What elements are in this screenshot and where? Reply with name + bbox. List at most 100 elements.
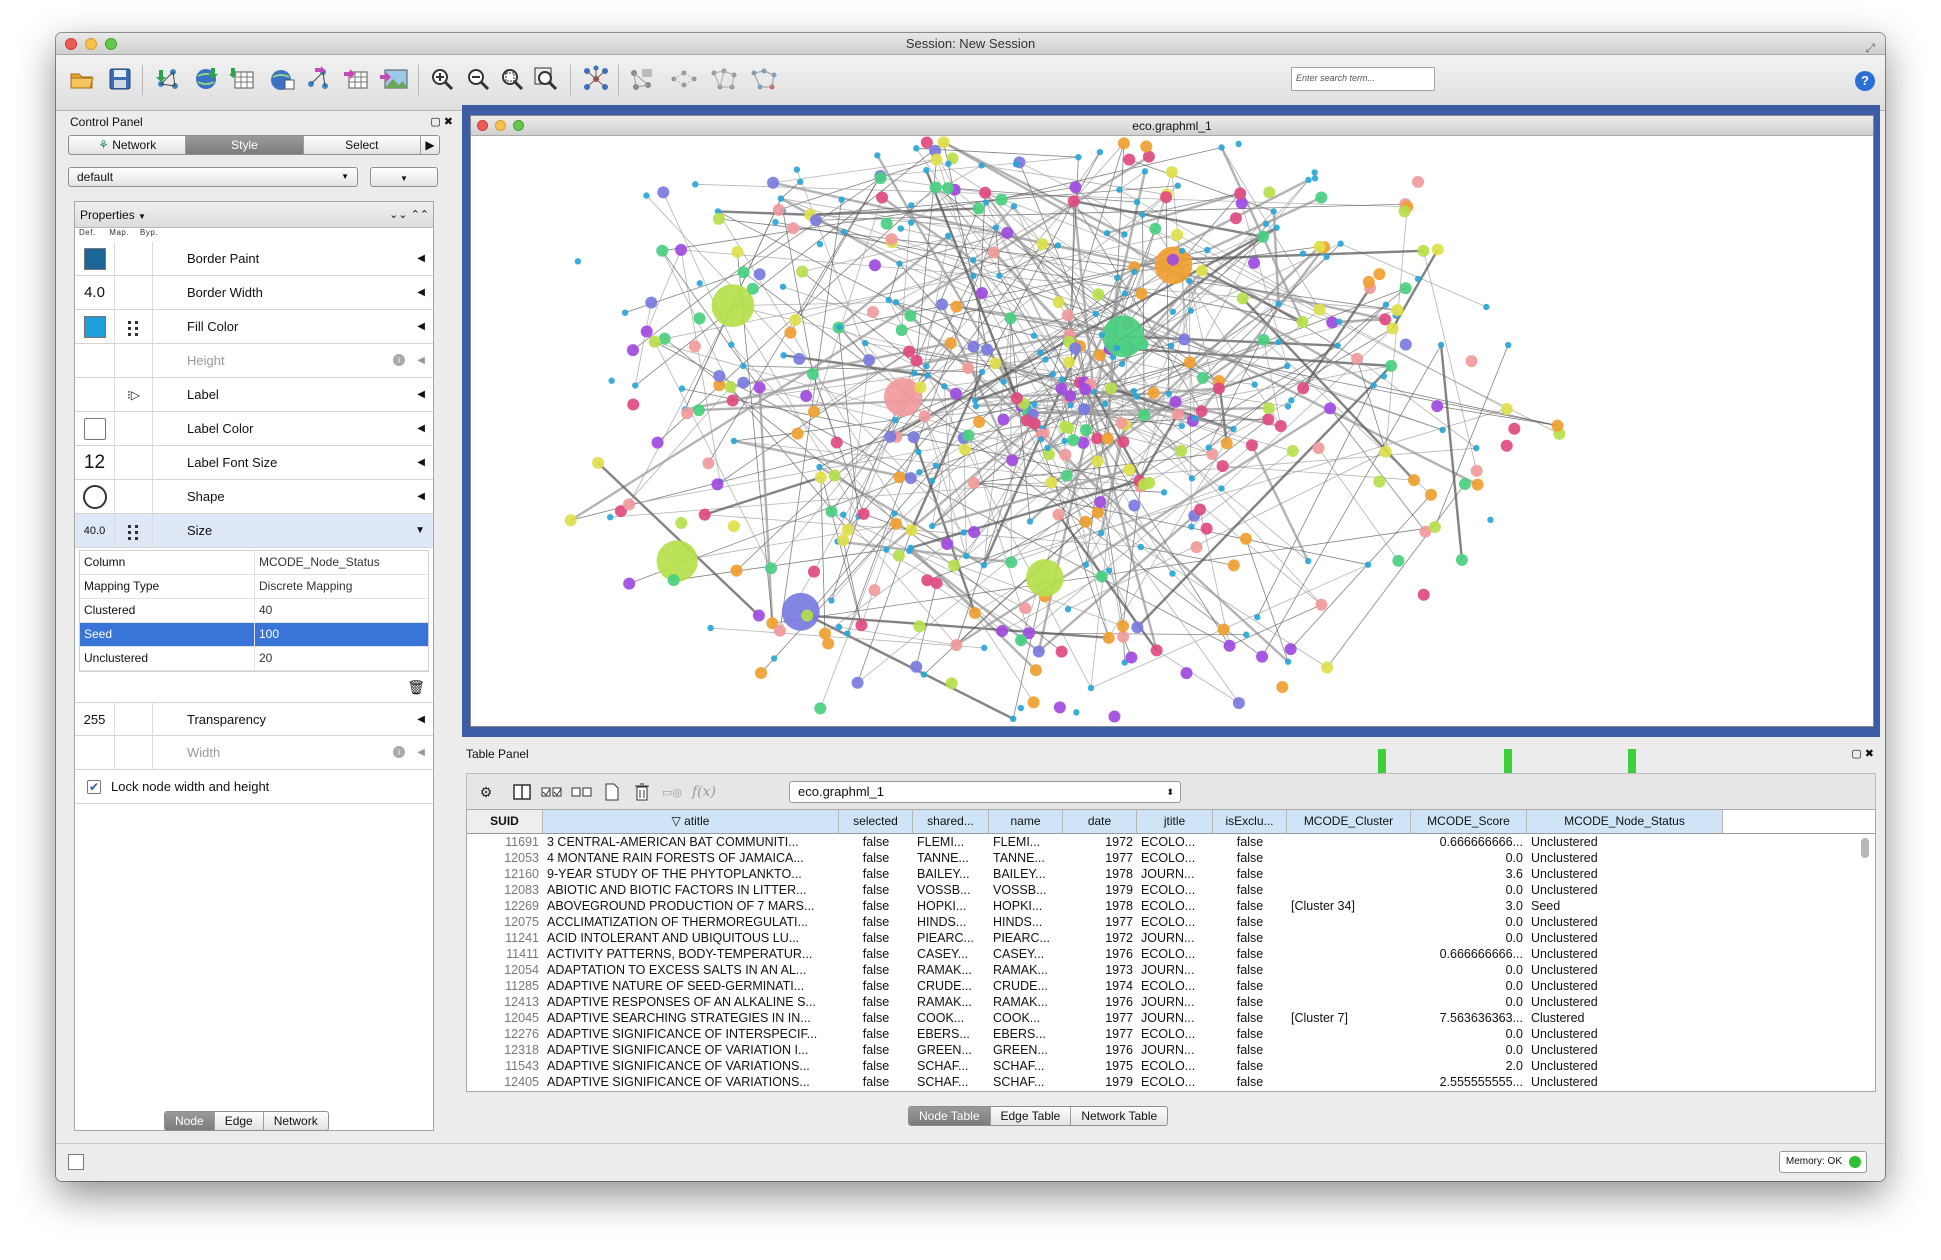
- cell-shared[interactable]: CRUDE...: [913, 978, 989, 994]
- cell-mcode-node-status[interactable]: Unclustered: [1527, 850, 1723, 866]
- cell-mcode-score[interactable]: 0.666666666...: [1411, 946, 1527, 962]
- cell-isexclusive[interactable]: false: [1213, 1026, 1287, 1042]
- column-header-jtitle[interactable]: jtitle: [1137, 810, 1213, 833]
- expand-property-icon[interactable]: ◀: [417, 736, 425, 769]
- default-value-cell[interactable]: 4.0: [75, 276, 115, 309]
- cell-jtitle[interactable]: ECOLO...: [1137, 914, 1213, 930]
- tab-network-table[interactable]: Network Table: [1071, 1107, 1167, 1125]
- save-session-icon[interactable]: [104, 63, 136, 95]
- cell-atitle[interactable]: ADAPTIVE SEARCHING STRATEGIES IN IN...: [543, 1010, 839, 1026]
- zoom-fit-icon[interactable]: [496, 63, 528, 95]
- select-all-icon[interactable]: [541, 782, 563, 802]
- table-row[interactable]: 11691 3 CENTRAL-AMERICAN BAT COMMUNITI...…: [467, 834, 1875, 850]
- property-border-width[interactable]: 4.0 Border Width ◀: [75, 276, 433, 310]
- cell-suid[interactable]: 11285: [467, 978, 543, 994]
- zoom-in-icon[interactable]: [426, 63, 458, 95]
- cell-atitle[interactable]: ADAPTIVE NATURE OF SEED-GERMINATI...: [543, 978, 839, 994]
- cell-suid[interactable]: 12083: [467, 882, 543, 898]
- export-table-icon[interactable]: [340, 63, 372, 95]
- cell-selected[interactable]: false: [839, 1010, 913, 1026]
- cell-shared[interactable]: BAILEY...: [913, 866, 989, 882]
- cell-mcode-cluster[interactable]: [1287, 946, 1411, 962]
- mapping-row-unclustered[interactable]: Unclustered 20: [80, 647, 428, 671]
- cell-shared[interactable]: CASEY...: [913, 946, 989, 962]
- cell-mcode-cluster[interactable]: [1287, 882, 1411, 898]
- info-icon[interactable]: i: [393, 354, 405, 366]
- cell-name[interactable]: CASEY...: [989, 946, 1063, 962]
- property-fill-color[interactable]: Fill Color ◀: [75, 310, 433, 344]
- float-panel-icon[interactable]: ▢: [430, 116, 440, 128]
- expand-property-icon[interactable]: ◀: [417, 242, 425, 275]
- default-value-cell[interactable]: [75, 736, 115, 769]
- cell-atitle[interactable]: ADAPTIVE SIGNIFICANCE OF VARIATIONS...: [543, 1074, 839, 1090]
- cell-date[interactable]: 1977: [1063, 1026, 1137, 1042]
- cell-shared[interactable]: EBERS...: [913, 1026, 989, 1042]
- cell-suid[interactable]: 12269: [467, 898, 543, 914]
- cell-mcode-score[interactable]: 2.555555555...: [1411, 1074, 1527, 1090]
- default-value-cell[interactable]: [75, 344, 115, 377]
- cell-suid[interactable]: 12075: [467, 914, 543, 930]
- column-header-mcode-cluster[interactable]: MCODE_Cluster: [1287, 810, 1411, 833]
- cell-mcode-cluster[interactable]: [1287, 1042, 1411, 1058]
- column-header-mcode-node-status[interactable]: MCODE_Node_Status: [1527, 810, 1723, 833]
- export-network-url-icon[interactable]: [302, 63, 334, 95]
- cell-shared[interactable]: RAMAK...: [913, 962, 989, 978]
- table-row[interactable]: 12405 ADAPTIVE SIGNIFICANCE OF VARIATIONS…: [467, 1074, 1875, 1090]
- table-selector[interactable]: eco.graphml_1 ⬍: [789, 781, 1181, 803]
- import-network-file-icon[interactable]: [152, 63, 184, 95]
- property-shape[interactable]: Shape ◀: [75, 480, 433, 514]
- mapping-cell[interactable]: [115, 242, 153, 275]
- cell-mcode-score[interactable]: 0.0: [1411, 1026, 1527, 1042]
- network-graph[interactable]: [471, 136, 1873, 726]
- cell-selected[interactable]: false: [839, 850, 913, 866]
- cell-mcode-node-status[interactable]: Unclustered: [1527, 1042, 1723, 1058]
- table-row[interactable]: 11543 ADAPTIVE SIGNIFICANCE OF VARIATIONS…: [467, 1058, 1875, 1074]
- column-header-isexclusive[interactable]: isExclu...: [1213, 810, 1287, 833]
- property-transparency[interactable]: 255 Transparency ◀: [75, 702, 433, 736]
- default-value-cell[interactable]: 40.0: [75, 514, 115, 547]
- cell-mcode-cluster[interactable]: [1287, 914, 1411, 930]
- cell-mcode-score[interactable]: 0.0: [1411, 930, 1527, 946]
- lock-size-checkbox[interactable]: ✔: [87, 780, 101, 794]
- cell-selected[interactable]: false: [839, 962, 913, 978]
- cell-mcode-node-status[interactable]: Unclustered: [1527, 962, 1723, 978]
- cell-atitle[interactable]: ACID INTOLERANT AND UBIQUITOUS LU...: [543, 930, 839, 946]
- cell-name[interactable]: FLEMI...: [989, 834, 1063, 850]
- float-panel-icon[interactable]: ▢: [1851, 748, 1861, 760]
- cell-mcode-cluster[interactable]: [1287, 866, 1411, 882]
- cell-shared[interactable]: FLEMI...: [913, 834, 989, 850]
- cell-selected[interactable]: false: [839, 930, 913, 946]
- mapping-cell[interactable]: [115, 480, 153, 513]
- link-tables-icon[interactable]: ▭◎: [661, 782, 683, 802]
- cell-selected[interactable]: false: [839, 1026, 913, 1042]
- cell-atitle[interactable]: ADAPTIVE SIGNIFICANCE OF INTERSPECIF...: [543, 1026, 839, 1042]
- cell-shared[interactable]: PIEARC...: [913, 930, 989, 946]
- expand-all-icon[interactable]: ⌃⌃: [411, 209, 429, 221]
- tab-network[interactable]: ⚘ Network: [69, 136, 187, 154]
- cell-suid[interactable]: 11411: [467, 946, 543, 962]
- cell-isexclusive[interactable]: false: [1213, 834, 1287, 850]
- cell-date[interactable]: 1973: [1063, 962, 1137, 978]
- expand-property-icon[interactable]: ◀: [417, 446, 425, 479]
- cell-isexclusive[interactable]: false: [1213, 850, 1287, 866]
- cell-mcode-score[interactable]: 0.0: [1411, 914, 1527, 930]
- cell-date[interactable]: 1979: [1063, 882, 1137, 898]
- cell-date[interactable]: 1977: [1063, 914, 1137, 930]
- cell-suid[interactable]: 11691: [467, 834, 543, 850]
- cell-mcode-node-status[interactable]: Unclustered: [1527, 866, 1723, 882]
- zoom-selected-icon[interactable]: [530, 63, 562, 95]
- mapping-cell[interactable]: [115, 446, 153, 479]
- cell-jtitle[interactable]: ECOLO...: [1137, 1026, 1213, 1042]
- cell-mcode-cluster[interactable]: [1287, 978, 1411, 994]
- cell-mcode-node-status[interactable]: Unclustered: [1527, 834, 1723, 850]
- tab-node-table[interactable]: Node Table: [909, 1107, 991, 1125]
- cell-mcode-score[interactable]: 0.0: [1411, 962, 1527, 978]
- info-icon[interactable]: i: [393, 746, 405, 758]
- mapping-cell[interactable]: [115, 514, 153, 547]
- cell-mcode-score[interactable]: 2.0: [1411, 1058, 1527, 1074]
- table-row[interactable]: 12054 ADAPTATION TO EXCESS SALTS IN AN AL…: [467, 962, 1875, 978]
- cell-name[interactable]: PIEARC...: [989, 930, 1063, 946]
- cell-atitle[interactable]: ADAPTIVE SIGNIFICANCE OF VARIATIONS...: [543, 1058, 839, 1074]
- cell-atitle[interactable]: 4 MONTANE RAIN FORESTS OF JAMAICA...: [543, 850, 839, 866]
- expand-property-icon[interactable]: ◀: [417, 703, 425, 736]
